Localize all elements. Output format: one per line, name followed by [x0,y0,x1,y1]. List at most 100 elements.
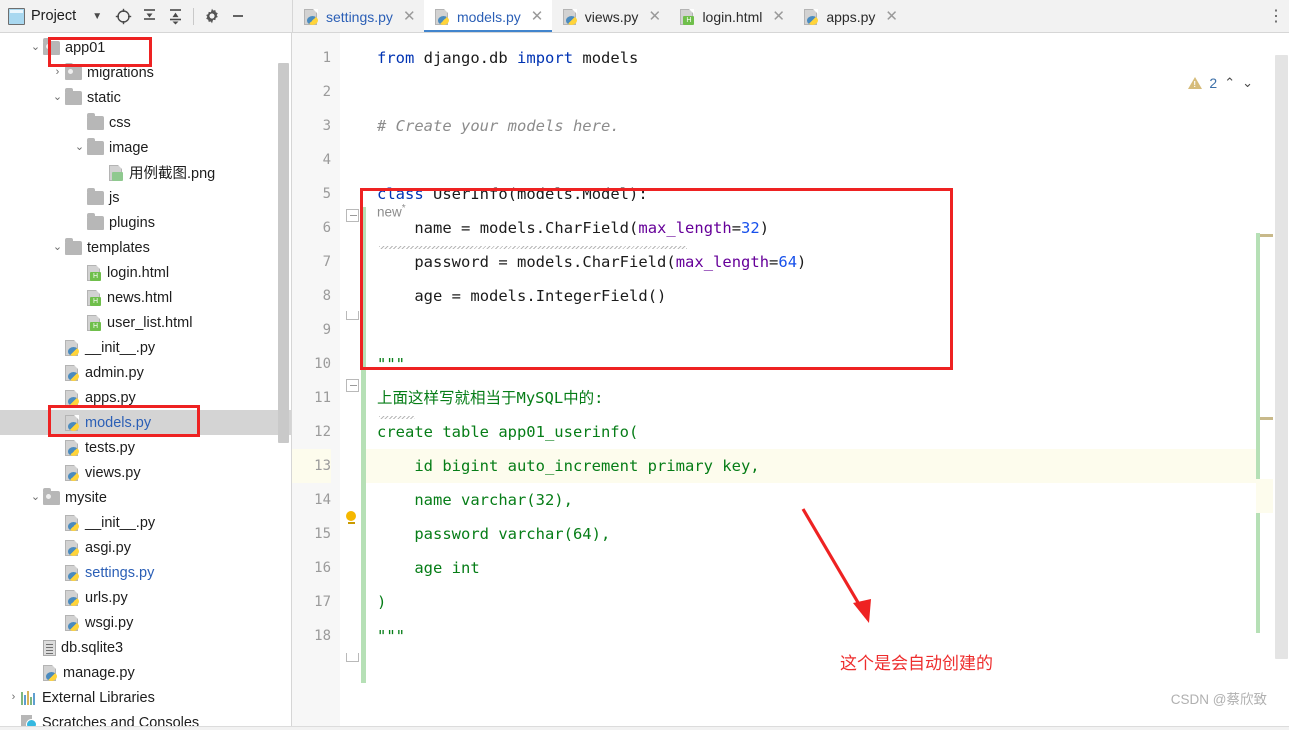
python-file-icon [434,8,450,25]
tree-item-label: models.py [85,414,152,431]
project-tree-pane[interactable]: ⌄ app01 › migrations ⌄ static css ⌄ image 用例截图.pn… [0,33,292,730]
tree-item--init-py[interactable]: __init__.py [0,510,291,535]
inspection-status[interactable]: 2 ⌃ ⌄ [1188,75,1253,91]
tree-item-plugins[interactable]: plugins [0,210,291,235]
crosshair-target-svg [115,8,131,24]
tree-item-views-py[interactable]: views.py [0,460,291,485]
prev-problem-icon[interactable]: ⌃ [1224,75,1235,91]
tree-item-label: static [87,89,121,106]
close-icon[interactable]: ✕ [885,9,898,24]
tree-item-asgi-py[interactable]: asgi.py [0,535,291,560]
chevron-down-icon[interactable]: ⌄ [50,242,65,253]
chevron-right-icon[interactable]: › [6,692,21,703]
tree-item-label: js [109,189,120,206]
code-line[interactable] [366,75,1289,109]
tree-item-label: manage.py [63,664,135,681]
tree-item-css[interactable]: css [0,110,291,135]
tree-item-user-list-html[interactable]: Huser_list.html [0,310,291,335]
tree-item-login-html[interactable]: Hlogin.html [0,260,291,285]
chevron-down-icon[interactable]: ⌄ [28,42,43,53]
editor-scrollbar-track[interactable] [1273,33,1289,730]
tree-item-tests-py[interactable]: tests.py [0,435,291,460]
tree-item-urls-py[interactable]: urls.py [0,585,291,610]
code-line[interactable] [366,143,1289,177]
tree-item-js[interactable]: js [0,185,291,210]
tree-item-wsgi-py[interactable]: wsgi.py [0,610,291,635]
folder-icon [65,237,82,255]
line-number: 12 [314,424,331,440]
next-problem-icon[interactable]: ⌄ [1242,75,1253,91]
tab-login-html[interactable]: H login.html ✕ [669,0,793,32]
tree-item-admin-py[interactable]: admin.py [0,360,291,385]
code-line[interactable]: class UserInfo(models.Model): [366,177,1289,211]
code-line[interactable] [366,313,1289,347]
tab-models-py[interactable]: models.py ✕ [423,0,552,32]
hide-panel-icon[interactable] [225,3,251,29]
close-icon[interactable]: ✕ [648,9,661,24]
tree-scrollbar[interactable] [278,63,289,443]
code-line[interactable]: id bigint auto_increment primary key, [366,449,1289,483]
error-stripe-gutter[interactable] [1256,33,1273,730]
chevron-right-icon[interactable]: › [50,67,65,78]
tree-item-apps-py[interactable]: apps.py [0,385,291,410]
line-number: 15 [314,526,331,542]
chevron-down-icon[interactable]: ⌄ [50,92,65,103]
line-number: 10 [314,356,331,372]
python-file-icon [804,8,819,25]
tab-overflow-menu-icon[interactable]: ⋮ [1263,0,1289,32]
tab-settings-py[interactable]: settings.py ✕ [293,0,424,32]
folder-icon [87,137,104,155]
tab-apps-py[interactable]: apps.py ✕ [793,0,906,32]
tree-item--init-py[interactable]: __init__.py [0,335,291,360]
tree-item-models-py[interactable]: models.py [0,410,291,435]
select-opened-file-icon[interactable] [110,3,136,29]
code-line[interactable]: age = models.IntegerField() [366,279,1289,313]
tab-views-py[interactable]: views.py ✕ [552,0,670,32]
python-file-icon [65,614,80,631]
tree-item-external-libraries[interactable]: › External Libraries [0,685,291,710]
folder-icon [87,212,104,230]
gear-icon[interactable] [199,3,225,29]
collapse-all-icon[interactable] [162,3,188,29]
tree-item-label: user_list.html [107,314,193,331]
gear-svg [206,8,218,24]
code-line[interactable]: name = models.CharField(max_length=32) [366,211,1289,245]
chevron-down-icon[interactable]: ▼ [84,3,110,29]
python-file-icon [65,589,80,606]
close-icon[interactable]: ✕ [403,9,416,24]
fold-marker-docstring[interactable] [346,379,359,392]
python-file-icon [65,564,80,581]
warning-count: 2 [1209,75,1218,91]
tree-item-mysite[interactable]: ⌄ mysite [0,485,291,510]
close-icon[interactable]: ✕ [531,9,544,24]
tree-item-templates[interactable]: ⌄ templates [0,235,291,260]
code-line[interactable]: from django.db import models [366,41,1289,75]
tab-label: models.py [456,8,521,25]
python-file-icon [65,339,80,356]
intention-bulb-icon[interactable] [346,511,357,525]
tree-item-news-html[interactable]: Hnews.html [0,285,291,310]
tree-item-migrations[interactable]: › migrations [0,60,291,85]
code-line[interactable]: # Create your models here. [366,109,1289,143]
code-line[interactable]: """ [366,347,1289,381]
editor-scrollbar-thumb[interactable] [1275,55,1288,659]
code-line[interactable]: 上面这样写就相当于MySQL中的: [366,381,1289,415]
tree-item-manage-py[interactable]: manage.py [0,660,291,685]
close-icon[interactable]: ✕ [772,9,785,24]
code-line[interactable]: create table app01_userinfo( [366,415,1289,449]
tree-item-static[interactable]: ⌄ static [0,85,291,110]
expand-all-icon[interactable] [136,3,162,29]
tree-item-label: 用例截图.png [129,166,216,182]
tree-item-db-sqlite3[interactable]: db.sqlite3 [0,635,291,660]
tree-item-settings-py[interactable]: settings.py [0,560,291,585]
fold-gutter[interactable] [340,33,366,730]
toolbar-separator [193,7,195,25]
code-line[interactable]: password = models.CharField(max_length=6… [366,245,1289,279]
code-editor[interactable]: 1 2 3 4 5 6 7 8 9 10 11 12 13 14 15 16 17 18 new* from dj… [292,33,1289,730]
chevron-down-icon[interactable]: ⌄ [72,142,87,153]
chevron-down-icon[interactable]: ⌄ [28,492,43,503]
tree-item-app01[interactable]: ⌄ app01 [0,35,291,60]
tree-item-image[interactable]: ⌄ image [0,135,291,160]
fold-marker-class[interactable] [346,209,359,222]
tree-item--png[interactable]: 用例截图.png [0,160,291,185]
